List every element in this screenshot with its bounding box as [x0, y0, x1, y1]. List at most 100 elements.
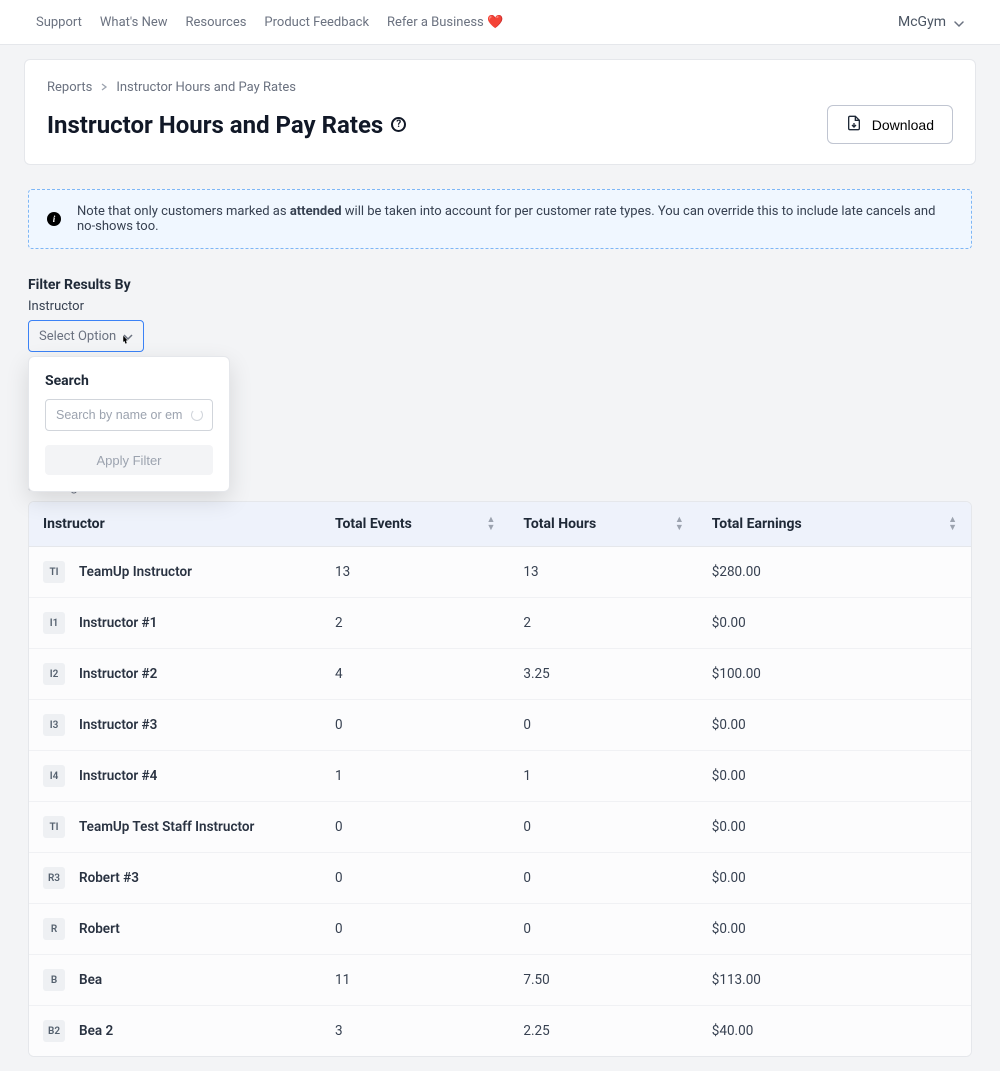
info-icon: i [47, 212, 61, 226]
info-banner: i Note that only customers marked as att… [28, 189, 972, 249]
cell-earnings: $0.00 [698, 700, 971, 751]
instructor-dropdown: Search Apply Filter [28, 356, 230, 492]
chevron-right-icon [100, 80, 108, 95]
loading-spinner-icon [191, 409, 203, 421]
table-row[interactable]: R3Robert #300$0.00 [29, 853, 971, 904]
avatar: TI [43, 561, 65, 583]
download-label: Download [872, 117, 934, 133]
table-row[interactable]: I2Instructor #243.25$100.00 [29, 649, 971, 700]
cell-hours: 3.25 [509, 649, 697, 700]
table-row[interactable]: TITeamUp Instructor1313$280.00 [29, 547, 971, 598]
filter-label: Instructor [28, 299, 972, 314]
nav-refer-business[interactable]: Refer a Business ❤️ [387, 15, 503, 30]
cell-earnings: $113.00 [698, 955, 971, 1006]
cell-hours: 0 [509, 904, 697, 955]
col-instructor[interactable]: Instructor [29, 502, 321, 547]
cell-events: 0 [321, 904, 509, 955]
nav-support[interactable]: Support [36, 15, 82, 30]
col-total-hours[interactable]: Total Hours ▲▼ [509, 502, 697, 547]
col-instructor-label: Instructor [43, 516, 105, 532]
dropdown-search-label: Search [45, 373, 213, 389]
instructor-name: TeamUp Instructor [79, 564, 192, 580]
table-row[interactable]: TITeamUp Test Staff Instructor00$0.00 [29, 802, 971, 853]
cell-hours: 13 [509, 547, 697, 598]
cell-events: 4 [321, 649, 509, 700]
cell-events: 13 [321, 547, 509, 598]
account-name: McGym [898, 14, 946, 30]
avatar: I1 [43, 612, 65, 634]
col-hours-label: Total Hours [523, 516, 596, 532]
cell-events: 11 [321, 955, 509, 1006]
cell-events: 0 [321, 802, 509, 853]
instructor-name: Bea [79, 972, 102, 988]
table-row[interactable]: B Bea 117.50$113.00 [29, 955, 971, 1006]
instructor-name: Bea 2 [79, 1023, 113, 1039]
download-button[interactable]: Download [827, 105, 953, 144]
account-switcher[interactable]: McGym [898, 14, 964, 30]
filter-section: Filter Results By Instructor Select Opti… [28, 277, 972, 352]
table-row[interactable]: RRobert00$0.00 [29, 904, 971, 955]
table-row[interactable]: B2 Bea 2 32.25$40.00 [29, 1006, 971, 1057]
topbar: Support What's New Resources Product Fee… [0, 0, 1000, 45]
cell-hours: 1 [509, 751, 697, 802]
cell-earnings: $0.00 [698, 802, 971, 853]
info-text: Note that only customers marked as atten… [77, 204, 953, 234]
page-header: Reports Instructor Hours and Pay Rates I… [24, 59, 976, 165]
instructor-select[interactable]: Select Option [28, 320, 144, 352]
page-title-text: Instructor Hours and Pay Rates [47, 111, 383, 139]
cell-events: 0 [321, 853, 509, 904]
select-placeholder: Select Option [39, 329, 116, 344]
cell-earnings: $280.00 [698, 547, 971, 598]
download-icon [846, 115, 862, 134]
sort-icon: ▲▼ [948, 516, 957, 532]
nav-whats-new[interactable]: What's New [100, 15, 168, 30]
instructor-name: Instructor #3 [79, 717, 157, 733]
topbar-nav: Support What's New Resources Product Fee… [36, 15, 503, 30]
avatar: TI [43, 816, 65, 838]
cell-hours: 2.25 [509, 1006, 697, 1057]
cell-earnings: $40.00 [698, 1006, 971, 1057]
cell-earnings: $0.00 [698, 904, 971, 955]
cell-events: 2 [321, 598, 509, 649]
avatar: B2 [43, 1020, 65, 1042]
chevron-down-icon [954, 17, 964, 27]
avatar: B [43, 969, 65, 991]
col-earnings-label: Total Earnings [712, 516, 802, 532]
sort-icon: ▲▼ [486, 516, 495, 532]
instructor-name: Instructor #4 [79, 768, 157, 784]
cell-events: 0 [321, 700, 509, 751]
avatar: I3 [43, 714, 65, 736]
cell-earnings: $0.00 [698, 598, 971, 649]
search-input[interactable] [45, 399, 213, 431]
help-icon[interactable]: ? [391, 117, 406, 132]
table-row[interactable]: I3Instructor #300$0.00 [29, 700, 971, 751]
cell-events: 1 [321, 751, 509, 802]
cell-hours: 7.50 [509, 955, 697, 1006]
avatar: I2 [43, 663, 65, 685]
instructor-name: Robert [79, 921, 120, 937]
chevron-down-icon [123, 331, 133, 341]
results-table: Instructor Total Events ▲▼ Total Hours ▲… [28, 501, 972, 1057]
table-row[interactable]: I4Instructor #411$0.00 [29, 751, 971, 802]
nav-product-feedback[interactable]: Product Feedback [264, 15, 369, 30]
cell-hours: 0 [509, 853, 697, 904]
cell-hours: 0 [509, 802, 697, 853]
col-total-earnings[interactable]: Total Earnings ▲▼ [698, 502, 971, 547]
cell-earnings: $100.00 [698, 649, 971, 700]
table-row[interactable]: I1Instructor #122$0.00 [29, 598, 971, 649]
cell-earnings: $0.00 [698, 853, 971, 904]
instructor-name: Instructor #1 [79, 615, 157, 631]
cell-earnings: $0.00 [698, 751, 971, 802]
col-events-label: Total Events [335, 516, 412, 532]
avatar: R [43, 918, 65, 940]
nav-resources[interactable]: Resources [186, 15, 247, 30]
cell-hours: 0 [509, 700, 697, 751]
col-total-events[interactable]: Total Events ▲▼ [321, 502, 509, 547]
cell-hours: 2 [509, 598, 697, 649]
cell-events: 3 [321, 1006, 509, 1057]
breadcrumb-reports[interactable]: Reports [47, 80, 92, 95]
apply-filter-button[interactable]: Apply Filter [45, 445, 213, 475]
info-prefix: Note that only customers marked as [77, 204, 290, 219]
avatar: R3 [43, 867, 65, 889]
sort-icon: ▲▼ [675, 516, 684, 532]
